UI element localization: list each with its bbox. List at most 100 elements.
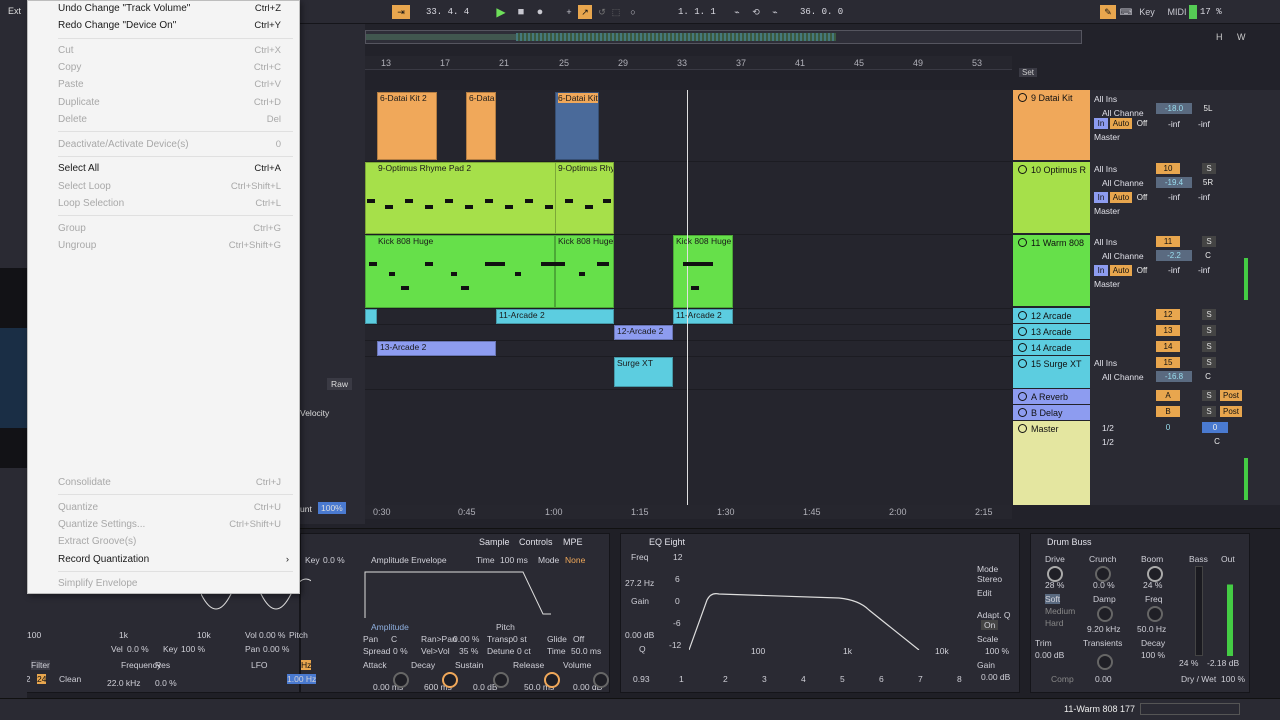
clip-arcade-1[interactable]: 11-Arcade 2: [496, 309, 614, 324]
post-button[interactable]: Post: [1220, 390, 1242, 401]
master-volume[interactable]: 0: [1156, 422, 1180, 433]
solo-button[interactable]: S: [1202, 406, 1216, 417]
decay-knob[interactable]: [442, 672, 458, 688]
filter-toggle[interactable]: Filter: [31, 660, 50, 670]
glide-value[interactable]: Off: [573, 634, 584, 644]
menu-item-extract-groove[interactable]: Extract Groove(s): [58, 535, 293, 549]
eq-freq-value[interactable]: 27.2 Hz: [625, 578, 654, 588]
soft-button[interactable]: Soft: [1045, 594, 1061, 604]
menu-item-ungroup[interactable]: Ungroup Ctrl+Shift+G: [58, 239, 293, 253]
eq-adaptq-toggle[interactable]: On: [981, 620, 999, 630]
velocity-tab[interactable]: Velocity: [300, 408, 329, 418]
menu-item-paste[interactable]: Paste Ctrl+V: [58, 78, 293, 92]
lfo-vol-value[interactable]: 0.00 %: [259, 630, 285, 640]
volume-value[interactable]: -18.0: [1156, 103, 1192, 114]
clip-arcade-3[interactable]: 11-Arcade 2: [673, 309, 733, 324]
crunch-knob[interactable]: [1095, 566, 1111, 582]
amplitude-tab[interactable]: Amplitude: [371, 622, 409, 632]
volume-knob[interactable]: [593, 672, 609, 688]
menu-item-cut[interactable]: Cut Ctrl+X: [58, 44, 293, 58]
status-overview[interactable]: [1140, 703, 1240, 715]
overdub-icon[interactable]: +: [563, 5, 575, 19]
solo-button[interactable]: S: [1202, 390, 1216, 401]
env-mode-value[interactable]: None: [565, 555, 585, 565]
eq-gain2-value[interactable]: 0.00 dB: [981, 672, 1010, 682]
boom-decay-value[interactable]: 100 %: [1141, 650, 1165, 660]
track-header-master[interactable]: Master: [1013, 421, 1090, 505]
monitor-auto[interactable]: Auto: [1110, 118, 1132, 129]
loop-start[interactable]: 1. 1. 1: [678, 5, 728, 19]
ran-pan-value[interactable]: 0.00 %: [453, 634, 479, 644]
eq-title[interactable]: EQ Eight: [649, 537, 685, 547]
menu-item-quantize-settings[interactable]: Quantize Settings... Ctrl+Shift+U: [58, 518, 293, 532]
volume-value[interactable]: -19.4: [1156, 177, 1192, 188]
master-out[interactable]: 1/2: [1102, 437, 1114, 447]
track-number[interactable]: 12: [1156, 309, 1180, 320]
track-number[interactable]: 15: [1156, 357, 1180, 368]
send-b[interactable]: -inf: [1198, 265, 1210, 275]
menu-item-loop-selection[interactable]: Loop Selection Ctrl+L: [58, 197, 293, 211]
master-volume-readout[interactable]: 0: [1202, 422, 1228, 433]
track-activator-icon[interactable]: [1018, 392, 1027, 401]
menu-item-copy[interactable]: Copy Ctrl+C: [58, 61, 293, 75]
filter-24-button[interactable]: 24: [37, 674, 47, 684]
volume-value[interactable]: -16.8: [1156, 371, 1192, 382]
punch-in-icon[interactable]: ⌁: [730, 5, 744, 19]
punch-out-icon[interactable]: ⌁: [768, 5, 782, 19]
drumbuss-title[interactable]: Drum Buss: [1047, 537, 1092, 547]
master-cue[interactable]: 1/2: [1102, 423, 1114, 433]
solo-button[interactable]: S: [1202, 163, 1216, 174]
input-channel[interactable]: All Channe: [1102, 372, 1144, 382]
song-position[interactable]: 33. 4. 4: [426, 5, 486, 19]
monitor-in[interactable]: In: [1094, 192, 1108, 203]
band-number[interactable]: 4: [801, 674, 806, 684]
transp-value[interactable]: 0 st: [513, 634, 527, 644]
beat-ruler[interactable]: 13 17 21 25 29 33 37 41 45 49 53: [365, 56, 1012, 70]
pan-value[interactable]: 5L: [1198, 103, 1218, 114]
solo-button[interactable]: S: [1202, 236, 1216, 247]
monitor-in[interactable]: In: [1094, 118, 1108, 129]
loop-length[interactable]: 36. 0. 0: [800, 5, 860, 19]
raw-tab[interactable]: Raw: [327, 378, 353, 390]
post-button[interactable]: Post: [1220, 406, 1242, 417]
pan-value[interactable]: 5R: [1198, 177, 1218, 188]
clip-surge[interactable]: Surge XT: [614, 357, 673, 387]
key2-value[interactable]: 100 %: [181, 644, 205, 654]
pan-value[interactable]: C: [1198, 371, 1218, 382]
solo-button[interactable]: S: [1202, 309, 1216, 320]
output-routing[interactable]: Master: [1094, 279, 1120, 289]
transients-value[interactable]: 0.00: [1095, 674, 1112, 684]
lfo-rate-value[interactable]: 1.00 Hz: [287, 674, 317, 684]
input-type[interactable]: All Ins: [1094, 358, 1117, 368]
attack-knob[interactable]: [393, 672, 409, 688]
band-number[interactable]: 1: [679, 674, 684, 684]
pitch-tab[interactable]: Pitch: [496, 622, 515, 632]
menu-item-undo[interactable]: Undo Change "Track Volume" Ctrl+Z: [58, 2, 293, 16]
track-activator-icon[interactable]: [1018, 343, 1027, 352]
send-a[interactable]: -inf: [1168, 265, 1180, 275]
menu-item-select-loop[interactable]: Select Loop Ctrl+Shift+L: [58, 180, 293, 194]
volume-value[interactable]: -2.2: [1156, 250, 1192, 261]
playhead[interactable]: [687, 90, 688, 505]
output-routing[interactable]: Master: [1094, 132, 1120, 142]
track-number[interactable]: 10: [1156, 163, 1180, 174]
lfo-pan-value[interactable]: 0.00 %: [263, 644, 289, 654]
menu-item-quantize[interactable]: Quantize Ctrl+U: [58, 501, 293, 515]
input-channel[interactable]: All Channe: [1102, 251, 1144, 261]
sampler-tab-sample[interactable]: Sample: [479, 537, 510, 547]
send-b[interactable]: -inf: [1198, 192, 1210, 202]
track-activator-icon[interactable]: [1018, 408, 1027, 417]
menu-item-duplicate[interactable]: Duplicate Ctrl+D: [58, 96, 293, 110]
key-map-button[interactable]: Key: [1136, 5, 1158, 19]
input-type[interactable]: All Ins: [1094, 237, 1117, 247]
amount-value[interactable]: 100%: [318, 502, 346, 514]
loop-icon[interactable]: ⟲: [749, 5, 763, 19]
send-b[interactable]: -inf: [1198, 119, 1210, 129]
set-button[interactable]: Set: [1019, 68, 1038, 77]
clip-datai-1[interactable]: 6-Datai Kit 2: [377, 92, 437, 160]
re-enable-icon[interactable]: ↺: [596, 5, 608, 19]
spread-value[interactable]: 0 %: [393, 646, 408, 656]
track-activator-icon[interactable]: [1018, 311, 1027, 320]
clip-arcade-2[interactable]: 12-Arcade 2: [614, 325, 673, 340]
vel-value[interactable]: 0.0 %: [127, 644, 149, 654]
